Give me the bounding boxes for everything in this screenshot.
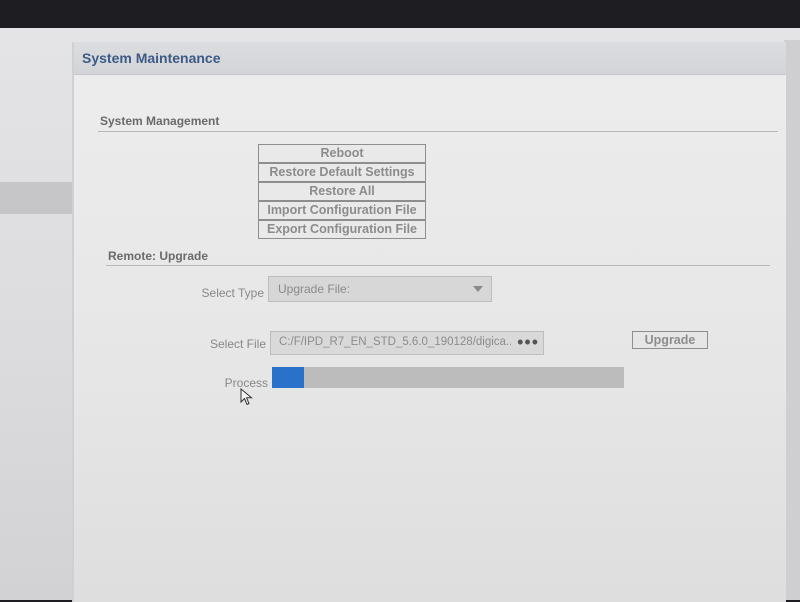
restore-default-settings-button[interactable]: Restore Default Settings xyxy=(258,163,426,182)
select-file-input[interactable]: C:/F/IPD_R7_EN_STD_5.6.0_190128/digica..… xyxy=(270,331,544,355)
export-configuration-file-button[interactable]: Export Configuration File xyxy=(258,220,426,239)
select-file-label: Select File xyxy=(209,337,266,351)
system-management-title: System Management xyxy=(100,114,220,128)
section-divider xyxy=(98,131,778,132)
mouse-pointer-icon xyxy=(240,388,253,406)
import-configuration-file-button[interactable]: Import Configuration File xyxy=(258,201,426,220)
section-divider xyxy=(106,265,770,266)
right-edge xyxy=(784,40,800,600)
browse-icon[interactable]: ••• xyxy=(517,332,539,352)
sidebar-selected-item[interactable] xyxy=(0,182,76,214)
remote-upgrade-title: Remote: Upgrade xyxy=(108,249,209,263)
select-type-dropdown[interactable]: Upgrade File: xyxy=(268,276,492,302)
panel-title: System Maintenance xyxy=(82,50,221,66)
restore-all-button[interactable]: Restore All xyxy=(258,182,426,201)
chevron-down-icon xyxy=(473,286,483,292)
system-maintenance-panel: System Maintenance System Management Reb… xyxy=(72,42,786,602)
process-label: Process xyxy=(224,376,268,390)
select-type-label: Select Type xyxy=(201,286,264,300)
upgrade-progress-fill xyxy=(272,367,304,388)
upgrade-button[interactable]: Upgrade xyxy=(632,331,708,349)
select-file-path: C:/F/IPD_R7_EN_STD_5.6.0_190128/digica..… xyxy=(279,336,511,348)
reboot-button[interactable]: Reboot xyxy=(258,144,426,163)
upgrade-progress-bar xyxy=(272,367,624,388)
panel-header: System Maintenance xyxy=(74,42,786,75)
select-type-value: Upgrade File: xyxy=(278,282,351,296)
